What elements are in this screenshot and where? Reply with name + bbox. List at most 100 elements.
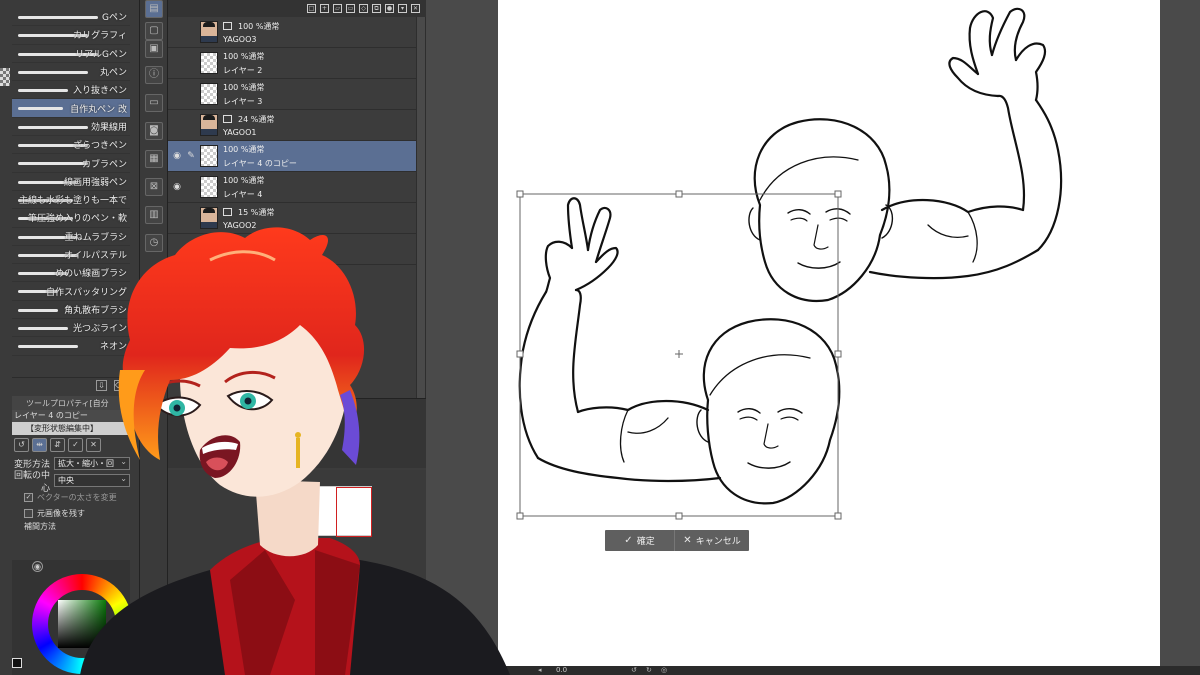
- zoom-readout[interactable]: 0.0: [556, 666, 567, 675]
- brush-item-label: 丸ペン: [99, 68, 127, 79]
- brush-item[interactable]: 効果線用: [12, 118, 130, 137]
- canvas-area: [426, 0, 1200, 675]
- color-panel-icon[interactable]: ◉: [32, 561, 43, 572]
- brush-item[interactable]: 線画用強弱ペン: [12, 173, 130, 191]
- interpolation-label: 補間方法: [24, 521, 56, 531]
- brush-stroke-preview: [18, 107, 63, 111]
- brush-stroke-preview: [18, 16, 98, 19]
- upper-figure-arm: [868, 7, 1063, 280]
- eye-icon[interactable]: [170, 17, 184, 48]
- transparency-swatch[interactable]: [0, 68, 10, 86]
- ruler-icon[interactable]: ⊠: [145, 178, 163, 196]
- eye-icon[interactable]: ◉: [170, 172, 184, 203]
- foreground-color-swatch[interactable]: [12, 658, 22, 668]
- layer-opacity-mode-text: 100 %通常: [223, 144, 265, 154]
- brush-item[interactable]: 主線も水彩も塗りも一本で: [12, 191, 130, 210]
- layer-row[interactable]: 100 %通常 YAGOO3: [168, 17, 416, 48]
- transform-center-marker: [675, 350, 683, 358]
- folder-icon[interactable]: ▭: [145, 94, 163, 112]
- lower-figure-head: [696, 318, 841, 505]
- layer-name: レイヤー 4 のコピー: [223, 158, 297, 168]
- layer-thumbnail: [200, 52, 218, 74]
- layer-info: 100 %通常 YAGOO3: [223, 21, 279, 44]
- layer-thumbnail: [200, 114, 218, 136]
- eye-icon[interactable]: [170, 48, 184, 79]
- camera-icon[interactable]: ◙: [145, 122, 163, 140]
- vector-width-checkbox[interactable]: ✓: [24, 492, 33, 502]
- brush-item[interactable]: 入り抜きペン: [12, 81, 130, 100]
- keep-original-checkbox[interactable]: [24, 508, 33, 518]
- layer-property-icon[interactable]: □: [307, 4, 316, 13]
- pen-icon[interactable]: [184, 17, 198, 48]
- brush-item[interactable]: 自作丸ペン 改: [12, 99, 130, 118]
- confirm-button[interactable]: ✓ 確定: [605, 530, 675, 551]
- layer-name: レイヤー 2: [223, 65, 263, 75]
- brush-item-label: 入り抜きペン: [72, 86, 127, 97]
- layer-row[interactable]: 24 %通常 YAGOO1: [168, 110, 416, 141]
- close-icon: ✕: [683, 535, 692, 546]
- pen-icon[interactable]: [184, 172, 198, 203]
- pen-icon[interactable]: ✎: [184, 141, 198, 172]
- transform-confirm-toolbar: ✓ 確定 ✕ キャンセル: [605, 530, 749, 551]
- layer-palette-icon[interactable]: ▤: [145, 0, 163, 18]
- copy-layer-icon[interactable]: ⧉: [372, 4, 381, 13]
- eye-icon[interactable]: ◉: [170, 141, 184, 172]
- layer-info: 100 %通常 レイヤー 4: [223, 175, 264, 200]
- transform-handle-top-right: [834, 190, 842, 198]
- pen-icon[interactable]: [184, 79, 198, 110]
- layer-row[interactable]: ◉ 100 %通常 レイヤー 4: [168, 172, 416, 203]
- reset-view-icon[interactable]: ◎: [661, 666, 667, 675]
- cancel-button[interactable]: ✕ キャンセル: [675, 530, 749, 551]
- eye-icon[interactable]: [170, 110, 184, 141]
- brush-item-label: 線画用強弱ペン: [63, 177, 127, 188]
- brush-item[interactable]: Gペン: [12, 8, 130, 27]
- layer-thumbnail: [200, 83, 218, 105]
- clip-layer-icon[interactable]: ◇: [359, 4, 368, 13]
- brush-stroke-preview: [18, 125, 88, 129]
- layer-opacity-mode: 100 %通常: [223, 82, 264, 93]
- flip-horizontal-icon[interactable]: ⇹: [32, 438, 47, 452]
- pen-icon[interactable]: [184, 110, 198, 141]
- layer-opacity-mode: 100 %通常: [223, 21, 279, 32]
- trash-icon[interactable]: ✕: [411, 4, 420, 13]
- layer-name: YAGOO1: [223, 127, 257, 137]
- layer-type-icon: [223, 115, 232, 123]
- layer-type-icon: [223, 22, 232, 30]
- brush-item[interactable]: リアルGペン: [12, 45, 130, 63]
- brush-item[interactable]: ざらつきペン: [12, 136, 130, 155]
- info-icon[interactable]: ⓘ: [145, 66, 163, 84]
- transform-undo-icon[interactable]: ↺: [14, 438, 29, 452]
- new-raster-layer-icon[interactable]: +: [320, 4, 329, 13]
- layer-toolbar: □ + ▱ ▭ ◇ ⧉ ● ▾ ✕: [168, 0, 426, 17]
- transform-handle-right: [834, 350, 842, 358]
- layer-name: レイヤー 3: [223, 96, 263, 106]
- new-vector-layer-icon[interactable]: ▱: [333, 4, 342, 13]
- brush-item[interactable]: 丸ペン: [12, 63, 130, 82]
- brush-item[interactable]: カブラペン: [12, 154, 130, 173]
- layer-thumbnail: [200, 145, 218, 167]
- layer-type-icon: [223, 208, 232, 216]
- layer-row[interactable]: ◉ ✎ 100 %通常レイヤー 4 のコピー: [168, 141, 416, 172]
- lower-figure-arm: [518, 197, 722, 483]
- pen-icon[interactable]: [184, 48, 198, 79]
- mask-icon[interactable]: ●: [385, 4, 394, 13]
- rotate-left-icon[interactable]: ↺: [631, 666, 637, 675]
- layer-row[interactable]: 100 %通常 レイヤー 3: [168, 79, 416, 110]
- layer-folder-icon[interactable]: ▣: [145, 40, 163, 58]
- layer-row[interactable]: 100 %通常 レイヤー 2: [168, 48, 416, 79]
- check-circle-icon: ✓: [624, 535, 633, 546]
- canvas-drawing[interactable]: [498, 0, 1160, 666]
- layer-opacity-mode-text: 100 %通常: [223, 82, 265, 92]
- cancel-label: キャンセル: [695, 537, 741, 547]
- eye-icon[interactable]: [170, 79, 184, 110]
- brush-item[interactable]: カリグラフィ: [12, 26, 130, 45]
- rotate-right-icon[interactable]: ↻: [646, 666, 652, 675]
- new-layer-icon[interactable]: ▢: [145, 22, 163, 40]
- transform-handle-top-left: [516, 190, 524, 198]
- brush-item-label: 主線も水彩も塗りも一本で: [18, 196, 127, 207]
- layer-merge-icon[interactable]: ▾: [398, 4, 407, 13]
- grid-icon[interactable]: ▦: [145, 150, 163, 168]
- layer-info: 100 %通常 レイヤー 2: [223, 51, 264, 76]
- streamer-avatar: [80, 227, 510, 675]
- new-folder-icon[interactable]: ▭: [346, 4, 355, 13]
